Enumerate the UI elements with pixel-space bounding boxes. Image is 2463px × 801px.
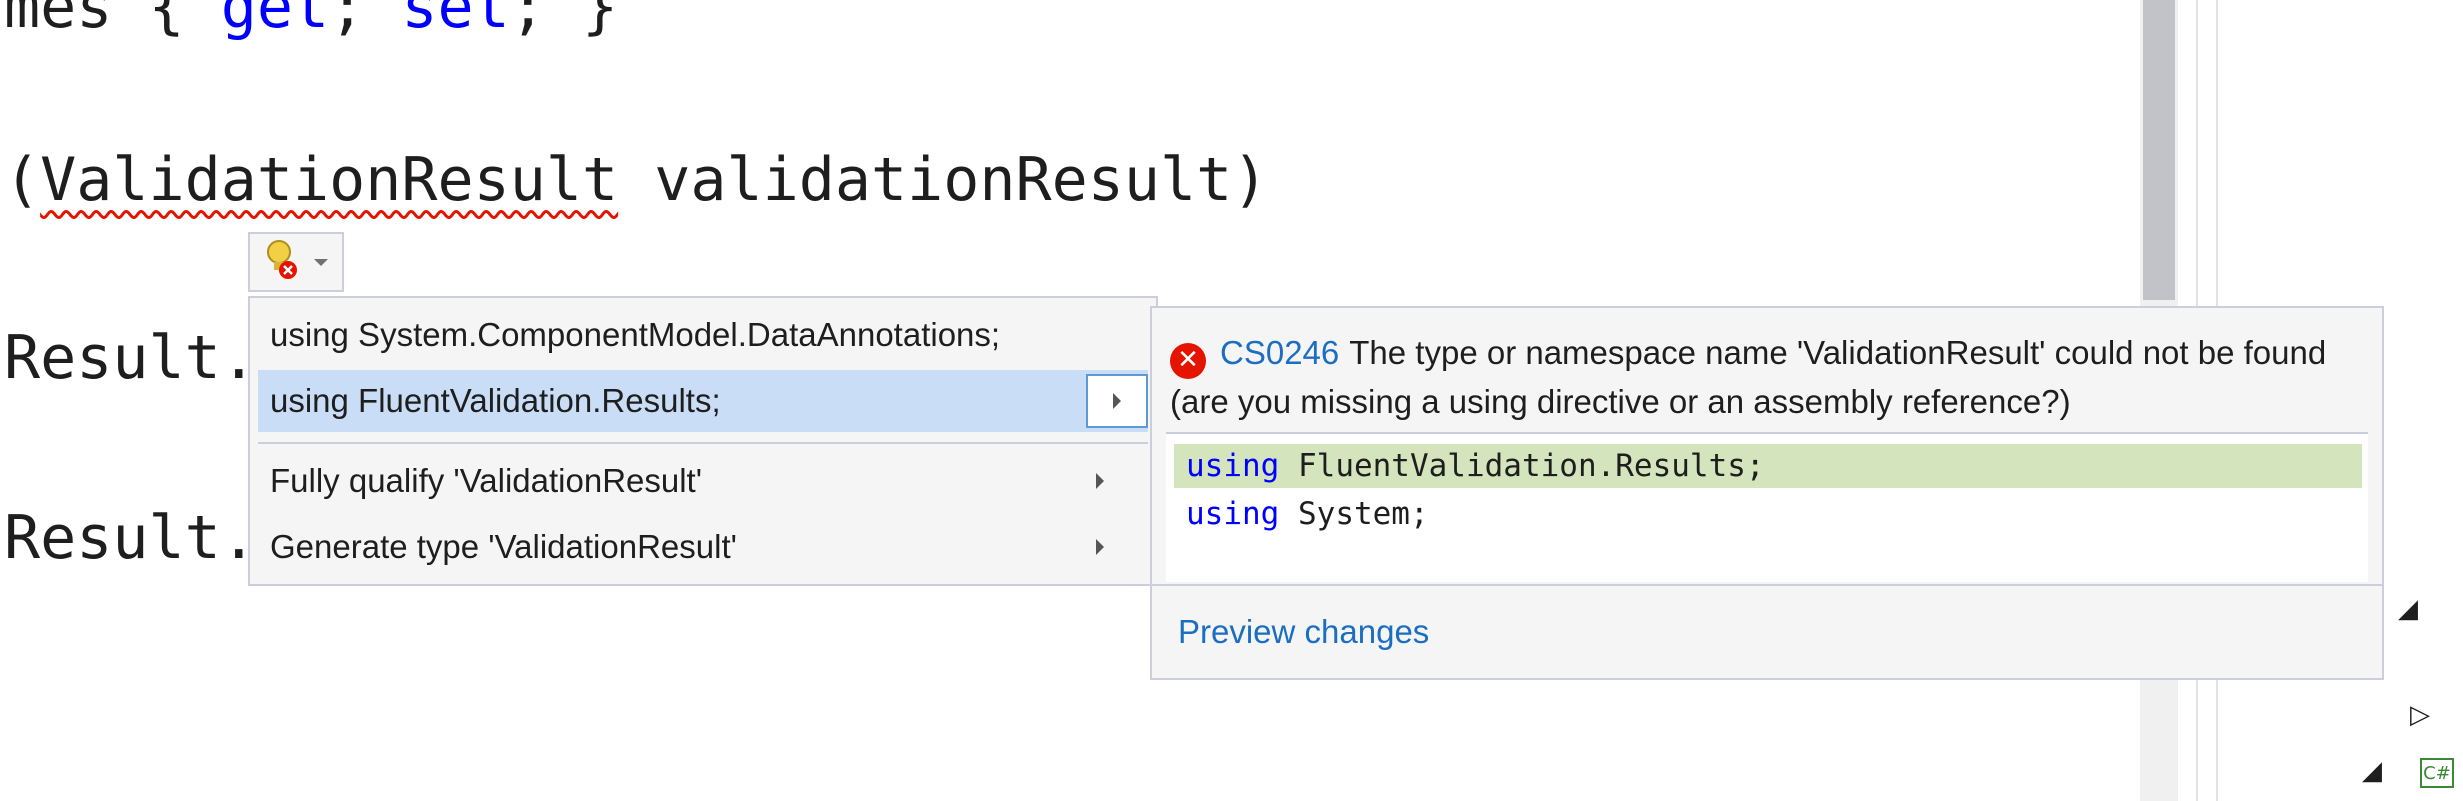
preview-footer: Preview changes <box>1152 584 2382 678</box>
csharp-file-icon: C# <box>2420 758 2454 788</box>
language-badge-label: C# <box>2423 762 2451 784</box>
code-text: ( <box>4 145 41 215</box>
error-message-text: The type or namespace name 'ValidationRe… <box>1170 334 2327 420</box>
keyword-get: get <box>220 0 330 42</box>
keyword-using: using <box>1186 448 1280 484</box>
menu-item-using-fluentvalidation[interactable]: using FluentValidation.Results; <box>258 370 1148 432</box>
code-line-result-1[interactable]: Result. <box>4 323 257 393</box>
submenu-arrow-button[interactable] <box>1086 374 1148 428</box>
code-text: ; } <box>509 0 619 42</box>
lightbulb-error-icon <box>264 238 300 287</box>
diff-line-added: using FluentValidation.Results; <box>1174 444 2362 488</box>
menu-item-label: using FluentValidation.Results; <box>270 382 721 419</box>
code-text: validationResult) <box>618 145 1269 215</box>
menu-item-label: Generate type 'ValidationResult' <box>270 528 737 565</box>
collapse-triangle-icon[interactable]: ◢ <box>2398 594 2418 624</box>
chevron-right-icon <box>1096 539 1104 555</box>
fix-preview-panel: ✕ CS0246 The type or namespace name 'Valid… <box>1150 306 2384 680</box>
chevron-right-icon <box>1096 473 1104 489</box>
collapse-triangle-icon[interactable]: ◢ <box>2362 756 2382 786</box>
code-line-properties[interactable]: mes { get; set; } <box>4 0 618 42</box>
keyword-set: set <box>401 0 510 42</box>
diff-preview: using FluentValidation.Results; using Sy… <box>1166 432 2368 582</box>
error-circle-icon: ✕ <box>1170 342 1206 379</box>
lightbulb-button[interactable] <box>248 232 344 292</box>
quick-actions-menu: using System.ComponentModel.DataAnnotati… <box>248 296 1158 586</box>
code-text: mes { <box>4 0 221 42</box>
preview-changes-link[interactable]: Preview changes <box>1178 613 1429 651</box>
menu-item-generate-type[interactable]: Generate type 'ValidationResult' <box>258 516 1148 578</box>
chevron-right-icon <box>1113 393 1121 409</box>
code-line-method-signature[interactable]: (ValidationResult validationResult) <box>4 145 1268 215</box>
diff-text: FluentValidation.Results; <box>1279 448 1765 484</box>
code-text: ; <box>329 0 402 42</box>
error-squiggle-type[interactable]: ValidationResult <box>40 145 618 215</box>
menu-item-label: using System.ComponentModel.DataAnnotati… <box>270 316 1001 353</box>
menu-item-fully-qualify[interactable]: Fully qualify 'ValidationResult' <box>258 450 1148 512</box>
keyword-using: using <box>1186 496 1280 532</box>
error-code-link[interactable]: CS0246 <box>1220 334 1339 371</box>
code-text: Result. <box>4 503 257 573</box>
diff-text: System; <box>1279 496 1429 532</box>
chevron-down-icon <box>314 258 328 266</box>
code-text: Result. <box>4 323 257 393</box>
menu-item-using-dataannotations[interactable]: using System.ComponentModel.DataAnnotati… <box>258 304 1148 366</box>
scrollbar-thumb[interactable] <box>2143 0 2175 300</box>
diff-line-context: using System; <box>1174 492 2362 536</box>
code-line-result-2[interactable]: Result. <box>4 503 257 573</box>
diagnostic-message: ✕ CS0246 The type or namespace name 'Valid… <box>1170 330 2364 424</box>
expand-triangle-icon[interactable]: ▷ <box>2410 700 2430 730</box>
code-editor-window: mes { get; set; } (ValidationResult vali… <box>0 0 2463 801</box>
menu-item-label: Fully qualify 'ValidationResult' <box>270 462 703 499</box>
menu-separator <box>258 442 1148 444</box>
